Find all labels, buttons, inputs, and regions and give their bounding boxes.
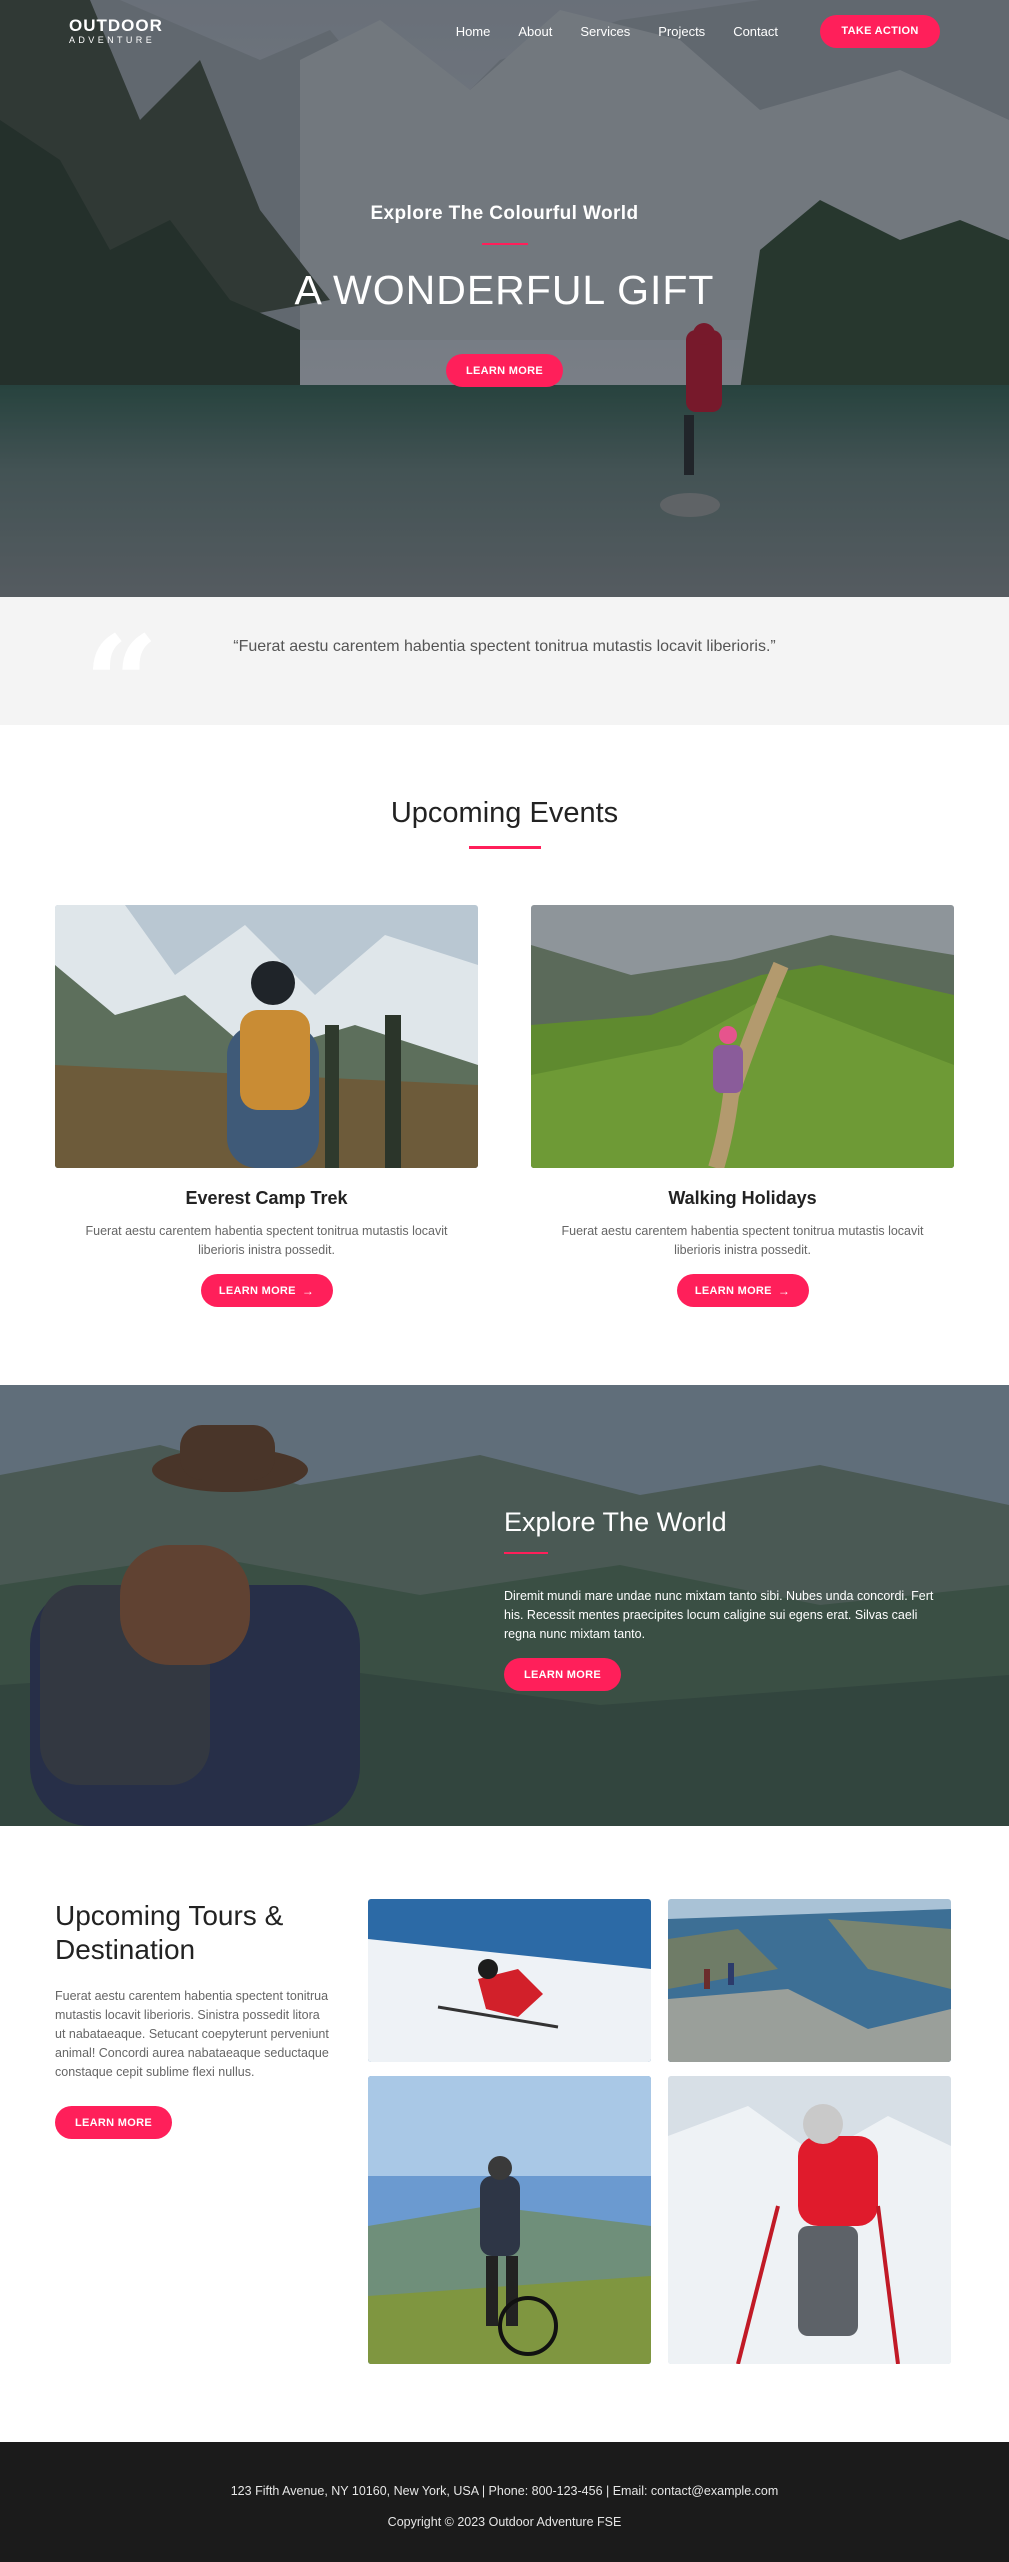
events-divider	[468, 846, 541, 849]
hero-section: OUTDOOR ADVENTURE Home About Services Pr…	[0, 0, 1009, 597]
upcoming-events-section: Upcoming Events Everest Camp Trek Fuerat…	[0, 725, 1009, 1385]
event-card: Everest Camp Trek Fuerat aestu carentem …	[55, 905, 478, 1307]
tours-title: Upcoming Tours & Destination	[55, 1900, 284, 1965]
arrow-right-icon: →	[777, 1283, 791, 1298]
site-footer: 123 Fifth Avenue, NY 10160, New York, US…	[0, 2442, 1009, 2562]
tour-photo-skier	[368, 1899, 651, 2062]
arrow-right-icon: →	[301, 1283, 315, 1298]
explore-learn-more-button[interactable]: LEARN MORE	[504, 1658, 621, 1691]
take-action-button[interactable]: TAKE ACTION	[820, 14, 940, 48]
events-grid: Everest Camp Trek Fuerat aestu carentem …	[55, 905, 954, 1307]
nav-link-services[interactable]: Services	[580, 24, 630, 39]
hero-content: Explore The Colourful World A WONDERFUL …	[0, 203, 1009, 387]
tour-image-skiing	[368, 1899, 651, 2062]
event-photo-hiker-mountains	[55, 905, 478, 1168]
tour-photo-ski-portrait	[668, 2076, 951, 2364]
nav-link-projects[interactable]: Projects	[658, 24, 705, 39]
event-card: Walking Holidays Fuerat aestu carentem h…	[531, 905, 954, 1307]
tour-photo-cyclist	[368, 2076, 651, 2364]
tour-image-fjord	[668, 1899, 951, 2062]
event-title: Everest Camp Trek	[185, 1188, 348, 1208]
explore-title: Explore The World	[504, 1507, 727, 1537]
hero-divider	[481, 243, 528, 245]
explore-section: Explore The World Diremit mundi mare und…	[0, 1385, 1009, 1826]
hero-title: A WONDERFUL GIFT	[294, 267, 715, 313]
nav-link-home[interactable]: Home	[456, 24, 491, 39]
button-label: LEARN MORE	[218, 1284, 296, 1297]
event-learn-more-button[interactable]: LEARN MORE →	[676, 1274, 809, 1307]
tours-intro: Upcoming Tours & Destination Fuerat aest…	[55, 1899, 330, 2139]
main-nav: Home About Services Projects Contact	[456, 24, 778, 39]
event-image-walking	[531, 905, 954, 1168]
footer-copyright: Copyright © 2023 Outdoor Adventure FSE	[387, 2515, 622, 2529]
event-image-everest	[55, 905, 478, 1168]
tours-text: Fuerat aestu carentem habentia spectent …	[55, 1989, 329, 2079]
hero-subtitle: Explore The Colourful World	[370, 203, 639, 224]
tour-image-ski-portrait	[668, 2076, 951, 2364]
tours-learn-more-button[interactable]: LEARN MORE	[55, 2106, 172, 2139]
logo-title: OUTDOOR	[69, 16, 163, 35]
tour-photo-fjord	[668, 1899, 951, 2062]
footer-contact: 123 Fifth Avenue, NY 10160, New York, US…	[230, 2484, 779, 2498]
tours-section: Upcoming Tours & Destination Fuerat aest…	[0, 1826, 1009, 2442]
event-learn-more-button[interactable]: LEARN MORE →	[200, 1274, 333, 1307]
tour-image-cycling	[368, 2076, 651, 2364]
nav-link-contact[interactable]: Contact	[733, 24, 778, 39]
event-photo-hiker-trail	[531, 905, 954, 1168]
hero-learn-more-button[interactable]: LEARN MORE	[446, 354, 563, 387]
site-logo[interactable]: OUTDOOR ADVENTURE	[69, 17, 163, 45]
quote-text: “Fuerat aestu carentem habentia spectent…	[233, 638, 776, 655]
event-title: Walking Holidays	[668, 1188, 817, 1208]
event-description: Fuerat aestu carentem habentia spectent …	[85, 1224, 448, 1257]
site-header: OUTDOOR ADVENTURE Home About Services Pr…	[0, 0, 1009, 62]
logo-subtitle: ADVENTURE	[69, 35, 156, 45]
explore-text: Diremit mundi mare undae nunc mixtam tan…	[504, 1589, 934, 1641]
events-title: Upcoming Events	[390, 797, 619, 829]
explore-divider	[504, 1552, 548, 1554]
quote-section: “ “Fuerat aestu carentem habentia specte…	[0, 597, 1009, 749]
explore-content: Explore The World Diremit mundi mare und…	[504, 1507, 944, 1691]
button-label: LEARN MORE	[694, 1284, 772, 1297]
nav-link-about[interactable]: About	[518, 24, 552, 39]
event-description: Fuerat aestu carentem habentia spectent …	[561, 1224, 924, 1257]
